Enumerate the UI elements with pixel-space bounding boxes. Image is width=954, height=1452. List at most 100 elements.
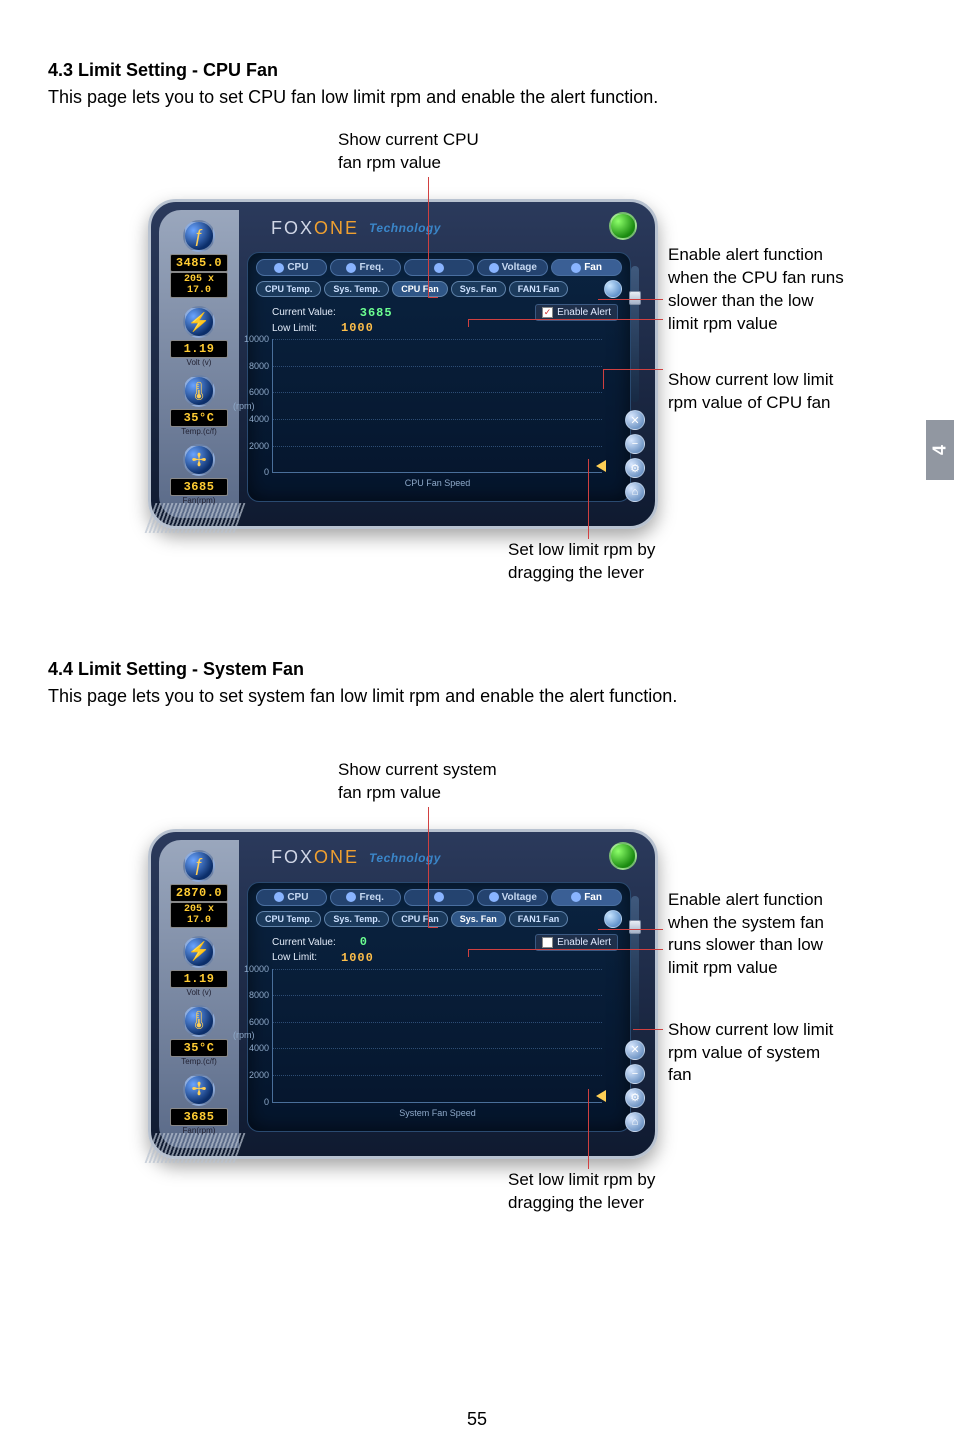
minus-button[interactable]: − — [625, 434, 645, 454]
leader-line — [598, 929, 663, 930]
section-description: This page lets you to set system fan low… — [48, 684, 906, 708]
tab-freq[interactable]: Freq. — [330, 259, 401, 276]
leader-line — [588, 1089, 589, 1169]
close-button[interactable] — [609, 842, 637, 870]
settings-button[interactable]: ⚙ — [625, 1088, 645, 1108]
subtab-cpufan[interactable]: CPU Fan — [392, 281, 448, 297]
callout-line: fan rpm value — [338, 782, 497, 805]
freq-icon: ƒ — [183, 850, 215, 882]
ytick: 4000 — [233, 1043, 269, 1053]
sidebar-item-temp[interactable]: 🌡 35°C Temp.(c/f) — [170, 1005, 228, 1066]
leader-line — [633, 1029, 663, 1030]
brand-tagline: Technology — [369, 851, 441, 865]
volt-dot-icon — [489, 892, 499, 902]
sidebar-item-freq[interactable]: ƒ 2870.0 205 x 17.0 — [170, 850, 228, 928]
tab-limit[interactable] — [404, 889, 475, 906]
value-row-current: Current Value: 3685 ✓Enable Alert — [248, 300, 630, 321]
leader-line — [468, 949, 663, 950]
subtab-sysfan[interactable]: Sys. Fan — [451, 281, 506, 297]
lever-handle[interactable] — [596, 1090, 606, 1102]
chart: 10000 8000 6000 (rpm) 4000 2000 0 CPU Fa… — [272, 339, 602, 473]
slider-thumb[interactable] — [629, 920, 641, 934]
home-button[interactable]: ⌂ — [625, 482, 645, 502]
tab-freq[interactable]: Freq. — [330, 889, 401, 906]
subtab-fan1[interactable]: FAN1 Fan — [509, 281, 569, 297]
label-lowlimit: Low Limit: — [272, 952, 317, 963]
tabs-sub: CPU Temp. Sys. Temp. CPU Fan Sys. Fan FA… — [248, 908, 630, 930]
bolt-icon: ⚡ — [183, 306, 215, 338]
settings-button[interactable]: ⚙ — [625, 458, 645, 478]
home-button[interactable]: ⌂ — [625, 1112, 645, 1132]
subtab-cpufan[interactable]: CPU Fan — [392, 911, 448, 927]
bolt-icon: ⚡ — [183, 936, 215, 968]
freq-dot-icon — [346, 892, 356, 902]
fan-dot-icon — [571, 892, 581, 902]
value-lowlimit: 1000 — [341, 321, 374, 335]
leader-line — [603, 369, 663, 370]
leader-line — [428, 807, 429, 927]
subtab-systemp[interactable]: Sys. Temp. — [324, 911, 389, 927]
limit-icon — [434, 263, 444, 273]
close-button[interactable] — [609, 212, 637, 240]
sidebar-item-fan[interactable]: ✢ 3685 Fan(rpm) — [170, 444, 228, 505]
subtab-fan1[interactable]: FAN1 Fan — [509, 911, 569, 927]
leader-line — [428, 927, 438, 928]
tab-fan[interactable]: Fan — [551, 889, 622, 906]
tab-voltage[interactable]: Voltage — [477, 259, 548, 276]
thermo-icon: 🌡 — [183, 375, 215, 407]
cpu-icon — [274, 892, 284, 902]
tab-cpu[interactable]: CPU — [256, 889, 327, 906]
titlebar: FOX ONE Technology — [271, 214, 625, 242]
x-axis-label: CPU Fan Speed — [273, 478, 602, 488]
label-current: Current Value: — [272, 307, 336, 318]
info-button[interactable] — [604, 280, 622, 298]
slider-thumb[interactable] — [629, 291, 641, 305]
callout-line: limit rpm value — [668, 313, 928, 336]
ytick: 8000 — [233, 990, 269, 1000]
lever-handle[interactable] — [596, 460, 606, 472]
callout-lever: Set low limit rpm by dragging the lever — [508, 1169, 655, 1215]
sidebar-item-volt[interactable]: ⚡ 1.19 Volt (v) — [170, 936, 228, 997]
sidebar-item-temp[interactable]: 🌡 35°C Temp.(c/f) — [170, 375, 228, 436]
tab-label: Voltage — [502, 892, 537, 903]
section-description: This page lets you to set CPU fan low li… — [48, 85, 906, 109]
tab-voltage[interactable]: Voltage — [477, 889, 548, 906]
section-title: 4.4 Limit Setting - System Fan — [48, 659, 906, 680]
slider-track[interactable] — [631, 896, 639, 1032]
tab-label: CPU — [287, 262, 308, 273]
sidebar-item-volt[interactable]: ⚡ 1.19 Volt (v) — [170, 306, 228, 367]
check-icon — [542, 937, 553, 948]
callout-enable-alert: Enable alert function when the system fa… — [668, 889, 928, 981]
foxone-window: ƒ 2870.0 205 x 17.0 ⚡ 1.19 Volt (v) 🌡 35… — [148, 829, 658, 1159]
subtab-systemp[interactable]: Sys. Temp. — [324, 281, 389, 297]
callout-line: Show current CPU — [338, 129, 479, 152]
brand-one: ONE — [314, 847, 359, 868]
tabs-sub: CPU Temp. Sys. Temp. CPU Fan Sys. Fan FA… — [248, 278, 630, 300]
subtab-cputemp[interactable]: CPU Temp. — [256, 911, 321, 927]
ytick: 0 — [233, 467, 269, 477]
tab-cpu[interactable]: CPU — [256, 259, 327, 276]
callout-line: Set low limit rpm by — [508, 539, 655, 562]
ytick: 0 — [233, 1097, 269, 1107]
minus-button[interactable]: − — [625, 1064, 645, 1084]
freq-value: 3485.0 — [170, 254, 228, 272]
tabs-category: CPU Freq. Voltage Fan — [248, 883, 630, 908]
decorative-grain — [145, 503, 246, 533]
sidebar-item-freq[interactable]: ƒ 3485.0 205 x 17.0 — [170, 220, 228, 298]
info-button[interactable] — [604, 910, 622, 928]
cancel-button[interactable]: ✕ — [625, 410, 645, 430]
volt-label: Volt (v) — [170, 988, 228, 997]
callout-line: Enable alert function — [668, 244, 928, 267]
subtab-cputemp[interactable]: CPU Temp. — [256, 281, 321, 297]
leader-line — [468, 319, 663, 320]
brand-fox: FOX — [271, 847, 314, 868]
callout-line: dragging the lever — [508, 562, 655, 585]
ytick: 10000 — [233, 964, 269, 974]
check-icon: ✓ — [542, 307, 553, 318]
slider-track[interactable] — [631, 266, 639, 402]
tab-fan[interactable]: Fan — [551, 259, 622, 276]
subtab-sysfan[interactable]: Sys. Fan — [451, 911, 506, 927]
cancel-button[interactable]: ✕ — [625, 1040, 645, 1060]
tab-limit[interactable] — [404, 259, 475, 276]
sidebar-item-fan[interactable]: ✢ 3685 Fan(rpm) — [170, 1074, 228, 1135]
